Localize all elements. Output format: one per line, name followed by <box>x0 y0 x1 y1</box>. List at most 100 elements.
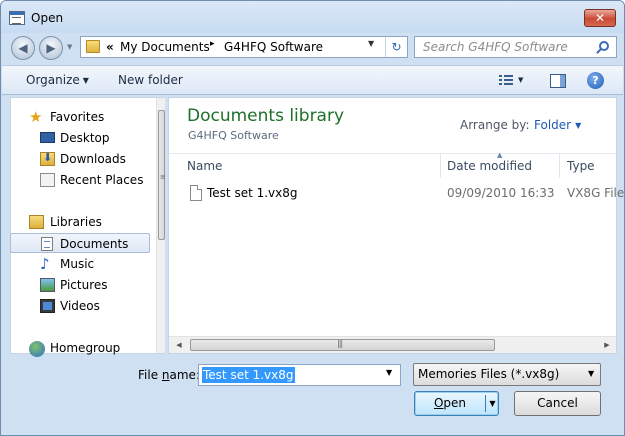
command-bar: Organize ▼ New folder ▼ ? <box>2 65 623 95</box>
nav-pane-scrollbar[interactable]: ≡ <box>156 98 166 353</box>
cancel-button[interactable]: Cancel <box>514 391 601 416</box>
scroll-right-icon[interactable]: ▶ <box>599 337 615 353</box>
desktop-icon <box>40 132 55 143</box>
videos-icon <box>40 299 55 313</box>
breadcrumb-g4hfq-software[interactable]: G4HFQ Software <box>224 40 323 54</box>
homegroup-icon <box>29 341 45 357</box>
column-type[interactable]: Type <box>567 159 595 173</box>
preview-pane-icon[interactable] <box>550 74 566 88</box>
nav-item-videos[interactable]: Videos <box>11 296 155 316</box>
nav-item-pictures[interactable]: Pictures <box>11 275 155 295</box>
nav-item-libraries[interactable]: Libraries <box>11 212 155 232</box>
open-accesskey: O <box>433 396 444 410</box>
navigation-pane: ★ Favorites Desktop Downloads Recent Pla… <box>10 97 166 357</box>
open-label-rest: pen <box>443 396 467 410</box>
file-name-field[interactable]: Test set 1.vx8g ▼ <box>198 364 401 386</box>
address-bar[interactable]: « My Documents ▸ G4HFQ Software ▼ ↻ <box>80 36 408 58</box>
chevron-down-icon: ▼ <box>67 43 73 51</box>
nav-item-label: Music <box>60 257 95 271</box>
column-name[interactable]: Name <box>187 159 222 173</box>
scroll-left-icon[interactable]: ◀ <box>171 337 187 353</box>
app-icon <box>9 11 25 25</box>
split-divider <box>485 395 486 412</box>
views-icon[interactable] <box>499 75 513 86</box>
column-divider[interactable] <box>440 154 441 178</box>
file-name-label-accesskey: n <box>161 368 170 382</box>
file-name: Test set 1.vx8g <box>207 186 298 200</box>
nav-item-label: Favorites <box>50 110 105 124</box>
address-dropdown-icon[interactable]: ▼ <box>368 39 374 48</box>
music-icon: ♪ <box>40 255 50 273</box>
star-icon: ★ <box>29 108 43 126</box>
nav-item-label: Pictures <box>60 278 108 292</box>
open-options-dropdown-icon[interactable]: ▼ <box>487 392 498 415</box>
search-icon[interactable] <box>599 41 609 51</box>
forward-arrow-icon: ▶ <box>46 41 56 55</box>
downloads-icon <box>40 151 55 166</box>
organize-button[interactable]: Organize ▼ <box>26 73 89 87</box>
file-list-scroll-thumb[interactable]: ||| <box>190 339 495 351</box>
nav-item-label: Documents <box>60 237 129 251</box>
file-name-label-suffix: ame: <box>169 368 200 382</box>
search-input[interactable]: Search G4HFQ Software <box>423 40 568 54</box>
pictures-icon <box>40 278 55 292</box>
window-title: Open <box>31 11 64 25</box>
back-arrow-icon: ◀ <box>18 41 28 55</box>
file-date-modified: 09/09/2010 16:33 <box>447 186 555 200</box>
nav-item-homegroup[interactable]: Homegroup <box>11 338 155 358</box>
refresh-button[interactable]: ↻ <box>385 37 407 57</box>
breadcrumb-my-documents[interactable]: My Documents <box>120 40 210 54</box>
nav-pane-scroll-thumb[interactable]: ≡ <box>158 110 166 240</box>
organize-label: Organize <box>26 73 80 87</box>
folder-icon <box>86 40 100 53</box>
library-title: Documents library <box>187 106 345 126</box>
nav-item-label: Recent Places <box>60 173 144 187</box>
nav-item-label: Homegroup <box>50 341 121 355</box>
library-subtitle: G4HFQ Software <box>188 129 279 142</box>
refresh-icon: ↻ <box>391 40 402 54</box>
file-type-filter[interactable]: Memories Files (*.vx8g) ▼ <box>413 363 601 386</box>
title-bar[interactable]: Open ✕ <box>1 1 624 33</box>
file-list-scrollbar[interactable]: ◀ ||| ▶ <box>169 336 616 353</box>
libraries-icon <box>29 215 44 229</box>
back-button[interactable]: ◀ <box>11 36 35 60</box>
file-name-dropdown-icon[interactable]: ▼ <box>386 368 392 377</box>
nav-item-favorites[interactable]: ★ Favorites <box>11 107 155 127</box>
arrange-by-label: Arrange by: <box>460 118 530 132</box>
chevron-down-icon: ▼ <box>82 76 89 85</box>
arrange-by-dropdown[interactable]: Folder ▼ <box>534 118 581 132</box>
open-button[interactable]: Open ▼ <box>414 391 499 416</box>
arrange-by-value: Folder <box>534 118 572 132</box>
file-icon <box>190 185 202 201</box>
recent-places-icon <box>40 173 55 187</box>
file-name-value[interactable]: Test set 1.vx8g <box>202 367 295 383</box>
recent-locations-dropdown[interactable]: ▼ <box>67 41 77 53</box>
open-dialog: Open ✕ ◀ ▶ ▼ « My Documents ▸ G4HFQ Soft… <box>0 0 625 436</box>
address-overflow[interactable]: « <box>106 40 114 54</box>
help-icon[interactable]: ? <box>587 72 604 89</box>
nav-item-documents[interactable]: Documents <box>10 233 150 253</box>
breadcrumb-separator-icon[interactable]: ▸ <box>210 39 215 49</box>
nav-item-label: Libraries <box>50 215 102 229</box>
nav-item-desktop[interactable]: Desktop <box>11 128 155 148</box>
column-divider[interactable] <box>559 154 560 178</box>
close-button[interactable]: ✕ <box>584 9 616 27</box>
nav-item-music[interactable]: ♪ Music <box>11 254 155 274</box>
column-header: Name ▲ Date modified Type <box>169 151 616 178</box>
forward-button[interactable]: ▶ <box>39 36 63 60</box>
chevron-down-icon: ▼ <box>575 121 582 130</box>
file-row[interactable]: Test set 1.vx8g 09/09/2010 16:33 VX8G Fi… <box>177 184 624 204</box>
nav-item-label: Downloads <box>60 152 126 166</box>
search-box[interactable]: Search G4HFQ Software <box>414 36 617 58</box>
views-dropdown-icon[interactable]: ▼ <box>518 76 523 84</box>
file-list-pane: Documents library G4HFQ Software Arrange… <box>168 97 624 354</box>
column-date-modified[interactable]: Date modified <box>447 159 532 173</box>
file-name-label-prefix: File <box>138 368 162 382</box>
sort-indicator-icon: ▲ <box>497 151 503 159</box>
chevron-down-icon: ▼ <box>588 369 595 378</box>
new-folder-button[interactable]: New folder <box>118 73 183 87</box>
nav-item-downloads[interactable]: Downloads <box>11 149 155 169</box>
file-type-filter-value: Memories Files (*.vx8g) <box>418 367 560 381</box>
nav-item-recent-places[interactable]: Recent Places <box>11 170 155 190</box>
file-type: VX8G File <box>567 186 625 200</box>
